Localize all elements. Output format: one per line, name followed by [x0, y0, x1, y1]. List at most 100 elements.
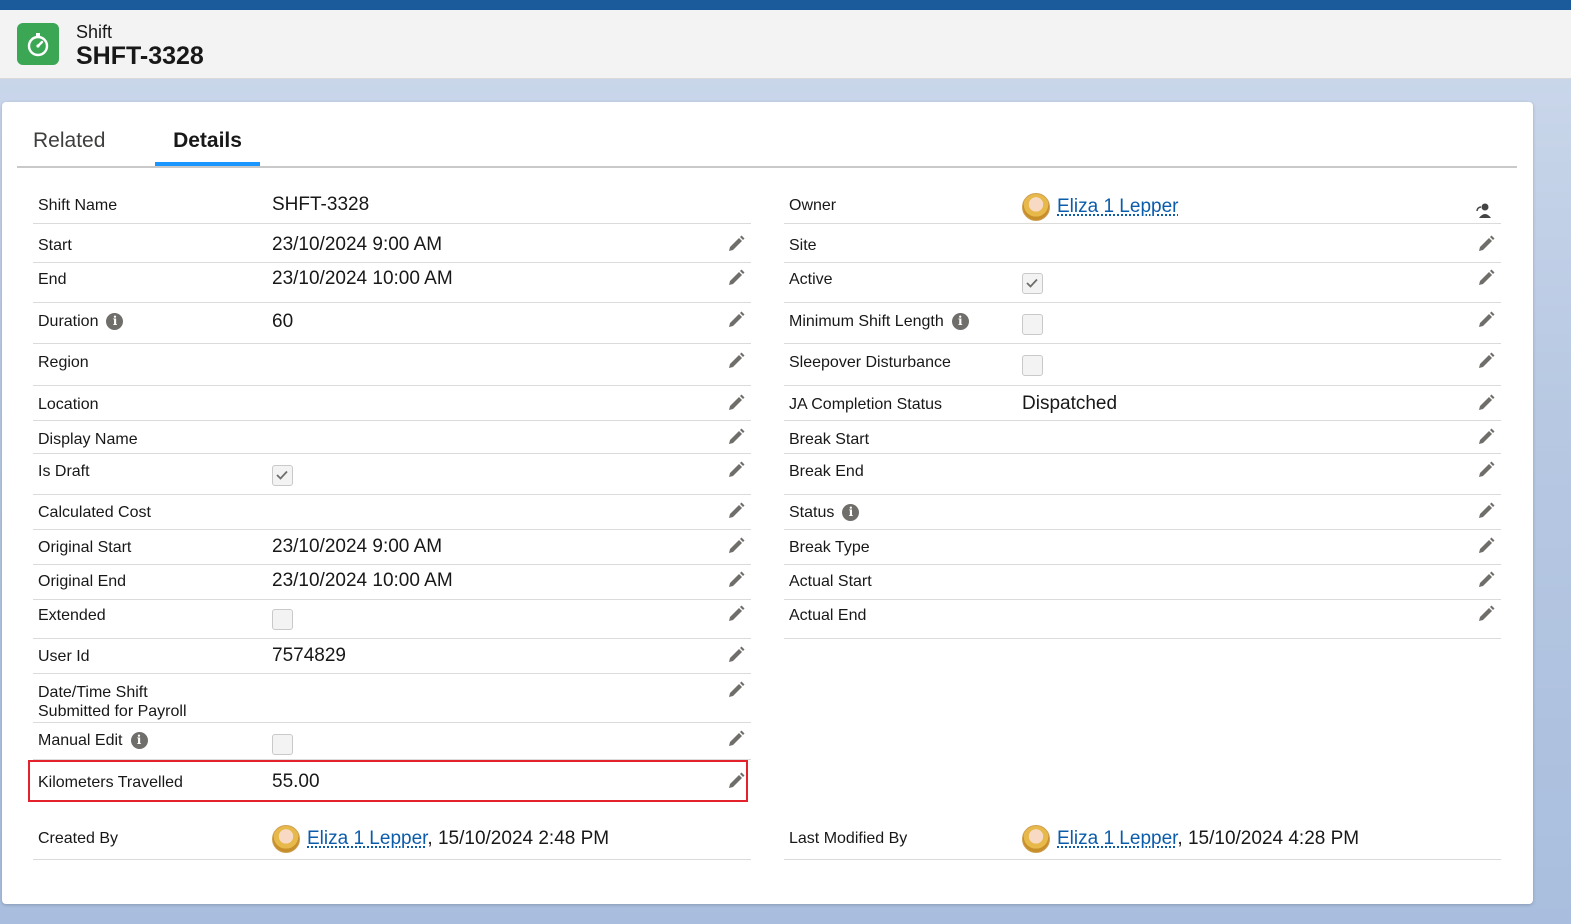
minimum-shift-length-checkbox [1022, 314, 1043, 335]
info-icon[interactable]: i [951, 313, 969, 331]
field-break-end: Break End [784, 454, 1501, 495]
field-label: Actual End [789, 607, 867, 624]
pencil-icon[interactable] [1477, 537, 1495, 555]
top-bar [0, 0, 1571, 10]
field-location: Location [33, 386, 751, 421]
pencil-icon[interactable] [1477, 235, 1495, 253]
field-value: Eliza 1 Lepper [1022, 193, 1178, 221]
field-sleepover-disturbance: Sleepover Disturbance [784, 344, 1501, 386]
pencil-icon[interactable] [1477, 352, 1495, 370]
pencil-icon[interactable] [727, 461, 745, 479]
field-value: Eliza 1 Lepper, 15/10/2024 2:48 PM [272, 825, 609, 853]
field-value: Eliza 1 Lepper, 15/10/2024 4:28 PM [1022, 825, 1359, 853]
field-manual-edit: Manual Edit i [33, 723, 751, 760]
pencil-icon[interactable] [1477, 571, 1495, 589]
info-icon[interactable]: i [106, 313, 124, 331]
field-payroll-submitted: Date/Time Shift Submitted for Payroll [33, 674, 751, 723]
avatar [272, 825, 300, 853]
field-label: Location [38, 396, 99, 413]
field-label: Site [789, 237, 817, 254]
created-by-user-link[interactable]: Eliza 1 Lepper [307, 828, 427, 849]
field-break-start: Break Start [784, 421, 1501, 454]
pencil-icon[interactable] [727, 502, 745, 520]
field-label: End [38, 271, 67, 288]
checkmark-icon [276, 470, 288, 480]
field-label: Owner [789, 197, 837, 214]
pencil-icon[interactable] [1477, 311, 1495, 329]
field-value: 23/10/2024 10:00 AM [272, 268, 453, 289]
info-icon[interactable]: i [130, 732, 148, 750]
pencil-icon[interactable] [727, 311, 745, 329]
change-owner-icon[interactable] [1475, 201, 1493, 219]
pencil-icon[interactable] [727, 571, 745, 589]
info-icon[interactable]: i [842, 504, 860, 522]
pencil-icon[interactable] [1477, 394, 1495, 412]
field-region: Region [33, 344, 751, 386]
field-status: Status i [784, 495, 1501, 530]
field-label: Original End [38, 573, 127, 590]
sleepover-disturbance-checkbox [1022, 355, 1043, 376]
field-calculated-cost: Calculated Cost [33, 495, 751, 530]
pencil-icon[interactable] [1477, 502, 1495, 520]
tab-bar: Related Details [17, 120, 1517, 168]
field-label: Last Modified By [789, 830, 908, 847]
pencil-icon[interactable] [727, 605, 745, 623]
pencil-icon[interactable] [727, 681, 745, 699]
pencil-icon[interactable] [1477, 461, 1495, 479]
highlight-box [28, 760, 748, 802]
stopwatch-icon [17, 23, 59, 65]
checkmark-icon [1026, 278, 1038, 288]
tab-related[interactable]: Related [33, 129, 105, 153]
tab-active-indicator [155, 162, 260, 166]
field-site: Site [784, 228, 1501, 263]
field-start: Start 23/10/2024 9:00 AM [33, 228, 751, 263]
field-original-end: Original End 23/10/2024 10:00 AM [33, 565, 751, 600]
field-label: Start [38, 237, 72, 254]
field-user-id: User Id 7574829 [33, 639, 751, 674]
pencil-icon[interactable] [1477, 428, 1495, 446]
field-original-start: Original Start 23/10/2024 9:00 AM [33, 530, 751, 565]
field-extended: Extended [33, 599, 751, 639]
field-label: Extended [38, 607, 106, 624]
field-label: Manual Edit i [38, 732, 148, 750]
pencil-icon[interactable] [1477, 605, 1495, 623]
field-actual-start: Actual Start [784, 565, 1501, 600]
field-label: Date/Time Shift Submitted for Payroll [38, 684, 187, 720]
field-created-by: Created By Eliza 1 Lepper, 15/10/2024 2:… [33, 820, 751, 860]
record-title: SHFT-3328 [76, 42, 204, 70]
field-is-draft: Is Draft [33, 454, 751, 495]
owner-user-link[interactable]: Eliza 1 Lepper [1057, 196, 1178, 217]
field-value: 7574829 [272, 645, 346, 666]
avatar [1022, 193, 1050, 221]
field-label: Shift Name [38, 197, 118, 214]
last-modified-by-user-link[interactable]: Eliza 1 Lepper [1057, 828, 1177, 849]
field-label: Created By [38, 830, 119, 847]
pencil-icon[interactable] [727, 646, 745, 664]
pencil-icon[interactable] [727, 537, 745, 555]
field-label: Active [789, 271, 833, 288]
manual-edit-checkbox [272, 734, 293, 755]
field-label: Status i [789, 504, 860, 522]
pencil-icon[interactable] [727, 269, 745, 287]
field-owner: Owner Eliza 1 Lepper [784, 189, 1501, 224]
field-value: 23/10/2024 9:00 AM [272, 234, 443, 255]
field-end: End 23/10/2024 10:00 AM [33, 262, 751, 303]
field-label: Original Start [38, 539, 132, 556]
pencil-icon[interactable] [727, 352, 745, 370]
pencil-icon[interactable] [727, 235, 745, 253]
tab-details[interactable]: Details [155, 129, 260, 153]
pencil-icon[interactable] [727, 428, 745, 446]
pencil-icon[interactable] [727, 730, 745, 748]
field-label: Break End [789, 463, 864, 480]
field-active: Active [784, 262, 1501, 303]
field-shift-name: Shift Name SHFT-3328 [33, 189, 751, 224]
field-label: Display Name [38, 431, 138, 448]
field-label: Duration i [38, 313, 124, 331]
pencil-icon[interactable] [727, 394, 745, 412]
field-value: Dispatched [1022, 393, 1118, 414]
pencil-icon[interactable] [1477, 269, 1495, 287]
field-break-type: Break Type [784, 530, 1501, 565]
field-duration: Duration i 60 [33, 303, 751, 344]
extended-checkbox [272, 609, 293, 630]
field-ja-completion-status: JA Completion Status Dispatched [784, 386, 1501, 421]
